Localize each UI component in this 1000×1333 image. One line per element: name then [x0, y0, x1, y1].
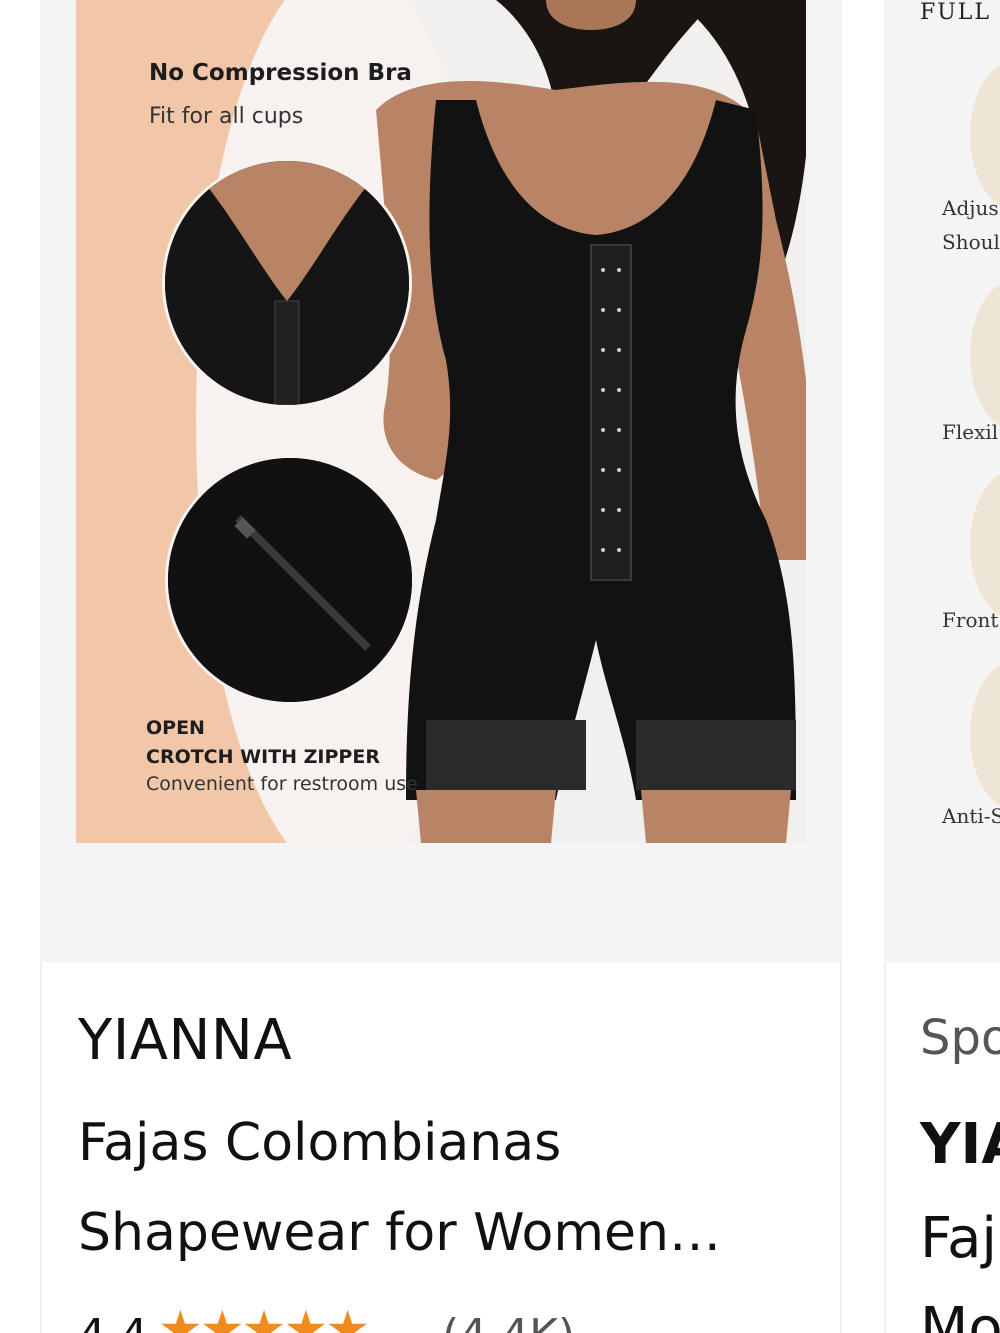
- rating-stars-icon[interactable]: ★★★★★: [158, 1300, 370, 1333]
- callout-bottom-line2: CROTCH WITH ZIPPER: [146, 746, 380, 768]
- next-product-title-line2[interactable]: Mo: [920, 1296, 1000, 1333]
- feature-thumb-1: [970, 60, 1000, 210]
- sponsored-label: Spo: [920, 1010, 1000, 1066]
- callout-title: No Compression Bra: [149, 60, 412, 86]
- product-title[interactable]: Fajas Colombianas Shapewear for Women…: [78, 1098, 798, 1278]
- feature-label-1: Adjus: [942, 196, 999, 220]
- next-product-image-area[interactable]: FULL Adjus Shoul Flexil Front Anti-S: [884, 0, 1000, 962]
- next-product-card[interactable]: FULL Adjus Shoul Flexil Front Anti-S Spo…: [884, 0, 1000, 1333]
- zipper-detail-circle: [165, 455, 415, 705]
- bra-detail-circle: [162, 158, 412, 408]
- review-count[interactable]: (4.4K): [442, 1310, 575, 1333]
- feature-label-2: Shoul: [942, 230, 1000, 254]
- feature-thumb-2: [970, 280, 1000, 430]
- product-image-area[interactable]: No Compression Bra Fit for all cups OPEN…: [40, 0, 842, 962]
- next-product-brand[interactable]: YIA: [920, 1112, 1000, 1177]
- product-brand[interactable]: YIANNA: [78, 1008, 292, 1073]
- feature-thumb-3: [970, 470, 1000, 620]
- rating-value: 4.4: [78, 1310, 148, 1333]
- feature-label-3: Flexil: [942, 420, 999, 444]
- callout-bottom-subtitle: Convenient for restroom use: [146, 773, 418, 795]
- callout-subtitle: Fit for all cups: [149, 104, 304, 129]
- callout-bottom-line1: OPEN: [146, 717, 205, 739]
- feature-label-5: Anti-S: [942, 804, 1000, 828]
- product-card[interactable]: No Compression Bra Fit for all cups OPEN…: [40, 0, 842, 1333]
- bra-detail-image: [165, 161, 409, 405]
- zipper-detail-image: [168, 458, 412, 702]
- next-image-header: FULL: [920, 0, 992, 25]
- product-photo[interactable]: No Compression Bra Fit for all cups OPEN…: [76, 0, 806, 843]
- feature-thumb-4: [970, 660, 1000, 810]
- feature-label-4: Front: [942, 608, 999, 632]
- next-product-title-line1[interactable]: Faj: [920, 1206, 997, 1271]
